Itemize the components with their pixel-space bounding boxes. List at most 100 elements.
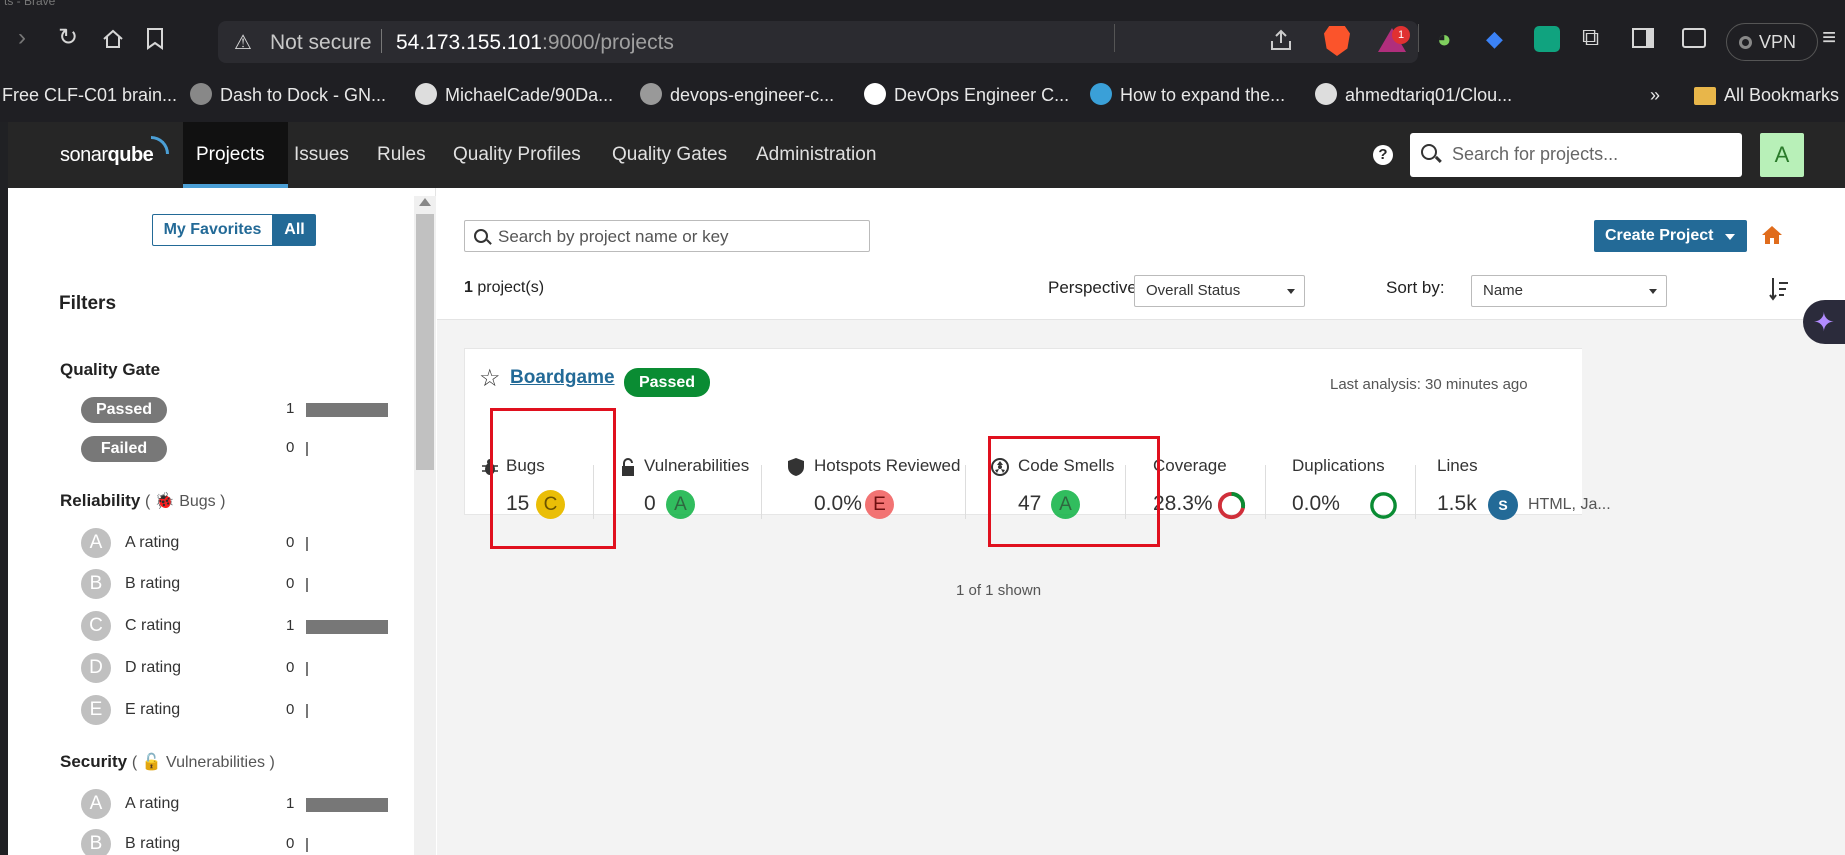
bookmark-label: MichaelCade/90Da... (445, 85, 614, 105)
bookmark-item[interactable]: How to expand the... (1090, 83, 1286, 107)
nav-quality-gates[interactable]: Quality Gates (612, 144, 727, 166)
sort-select[interactable]: Name (1471, 275, 1667, 307)
rating-letter: D (81, 653, 111, 683)
globe-icon (640, 83, 662, 106)
passed-pill: Passed (81, 397, 167, 423)
filter-count: 1 (286, 400, 295, 417)
bookmark-icon[interactable] (146, 27, 164, 51)
extensions-puzzle-icon[interactable]: ⧉ (1582, 26, 1599, 50)
address-bar[interactable]: ⚠ Not secure 54.173.155.101:9000/project… (218, 21, 1418, 63)
metric-value: 1.5k (1437, 492, 1477, 515)
metric-divider (1415, 465, 1416, 519)
my-favorites-button[interactable]: My Favorites (152, 214, 273, 246)
highlight-box-code-smells (988, 436, 1160, 547)
rating-letter: A (81, 789, 111, 819)
eye-icon (1090, 83, 1112, 106)
nav-quality-profiles[interactable]: Quality Profiles (453, 144, 581, 166)
sonarqube-logo[interactable]: sonarqube (60, 136, 170, 167)
bookmark-label: devops-engineer-c... (670, 85, 835, 105)
metric-divider (965, 465, 966, 519)
project-search-placeholder: Search by project name or key (498, 227, 729, 246)
filter-count: 1 (286, 795, 295, 812)
favorite-star-icon[interactable]: ☆ (479, 364, 501, 393)
folder-icon (1694, 87, 1716, 106)
rating-label: A rating (125, 795, 180, 812)
filter-bar (306, 838, 308, 852)
bookmark-label: Dash to Dock - GN... (220, 85, 387, 105)
bookmark-item[interactable]: MichaelCade/90Da... (415, 83, 614, 107)
sidebar-toggle-icon[interactable] (1632, 28, 1654, 48)
project-search-input[interactable]: Search by project name or key (464, 220, 870, 252)
bookmark-item[interactable]: ahmedtariq01/Clou... (1315, 83, 1512, 107)
project-count: 1 project(s) (464, 279, 544, 297)
lines-column-bg (1582, 348, 1812, 515)
scroll-up-arrow-icon[interactable] (419, 198, 431, 206)
lock-icon: 🔓 (141, 754, 162, 771)
logo-bold: qube (107, 144, 154, 166)
projects-main: Search by project name or key Create Pro… (437, 188, 1845, 855)
help-icon[interactable]: ? (1373, 145, 1393, 165)
all-bookmarks-button[interactable]: All Bookmarks (1694, 85, 1839, 106)
extension-diamond-icon[interactable]: ◆ (1486, 28, 1503, 50)
sort-value: Name (1483, 282, 1524, 299)
bookmark-item[interactable]: devops-engineer-c... (640, 83, 835, 107)
user-avatar[interactable]: A (1760, 133, 1804, 177)
toolbar-divider (1114, 24, 1115, 52)
global-search-input[interactable]: Search for projects... (1410, 133, 1742, 177)
ai-assistant-icon[interactable]: ✦ (1803, 300, 1845, 344)
shield-icon (788, 458, 804, 476)
nav-issues[interactable]: Issues (294, 144, 349, 166)
vpn-button[interactable]: VPN (1726, 23, 1818, 61)
rating-label: C rating (125, 617, 182, 634)
perspective-label: Perspective: (1048, 278, 1142, 297)
nav-projects[interactable]: Projects (196, 144, 265, 166)
rating-label: B rating (125, 835, 181, 852)
scrollbar-thumb[interactable] (416, 214, 434, 470)
bookmark-item[interactable]: Free CLF-C01 brain... (2, 85, 177, 106)
extension-chatgpt-icon[interactable] (1534, 26, 1560, 52)
all-bookmarks-label: All Bookmarks (1724, 85, 1840, 105)
quality-gate-title: Quality Gate (60, 360, 161, 379)
warning-icon: ⚠ (234, 32, 252, 54)
chevron-down-icon (1649, 289, 1657, 294)
share-icon[interactable] (1268, 27, 1294, 53)
reliability-sub-text: Bugs (179, 493, 216, 510)
security-title-text: Security (60, 752, 128, 771)
window-title: ts - Brave (4, 0, 56, 8)
bookmarks-bar: Free CLF-C01 brain... Dash to Dock - GN.… (0, 76, 1845, 122)
nav-rules[interactable]: Rules (377, 144, 426, 166)
bookmark-label: How to expand the... (1120, 85, 1286, 105)
perspective-select[interactable]: Overall Status (1134, 275, 1305, 307)
all-projects-button[interactable]: All (273, 214, 316, 246)
sort-direction-icon[interactable] (1769, 276, 1789, 302)
menu-icon[interactable]: ≡ (1822, 26, 1836, 50)
extension-globe-icon[interactable]: ◕ (1437, 28, 1452, 52)
metric-divider (1265, 465, 1266, 519)
perspective-value: Overall Status (1146, 282, 1241, 299)
rating-letter: B (81, 569, 111, 599)
project-count-suffix: project(s) (472, 279, 545, 296)
gnome-icon (190, 83, 212, 106)
rating-label: B rating (125, 575, 181, 592)
reload-icon[interactable]: ↻ (58, 26, 78, 50)
languages-text: HTML, Ja... (1528, 496, 1611, 513)
home-browser-icon[interactable] (102, 28, 124, 50)
v-logo-icon (864, 83, 886, 106)
wallet-icon[interactable] (1682, 28, 1706, 48)
nav-administration[interactable]: Administration (756, 144, 876, 166)
url-host: 54.173.155.101 (396, 31, 542, 54)
reliability-sub: ( 🐞 Bugs ) (145, 493, 226, 510)
create-project-button[interactable]: Create Project (1594, 220, 1747, 252)
logo-arc-icon (151, 136, 170, 154)
filters-sidebar: My Favorites All Filters Quality Gate Pa… (8, 188, 436, 855)
rating-letter: C (81, 611, 111, 641)
project-name-link[interactable]: Boardgame (510, 367, 615, 389)
bookmark-item[interactable]: Dash to Dock - GN... (190, 83, 387, 107)
rating-label: E rating (125, 701, 181, 718)
forward-icon[interactable]: › (18, 26, 26, 50)
home-icon[interactable] (1761, 224, 1783, 246)
bookmark-label: DevOps Engineer C... (894, 85, 1070, 105)
bookmark-item[interactable]: DevOps Engineer C... (864, 83, 1070, 107)
sidebar-scrollbar[interactable] (414, 196, 436, 855)
more-bookmarks-button[interactable]: » (1650, 85, 1660, 106)
